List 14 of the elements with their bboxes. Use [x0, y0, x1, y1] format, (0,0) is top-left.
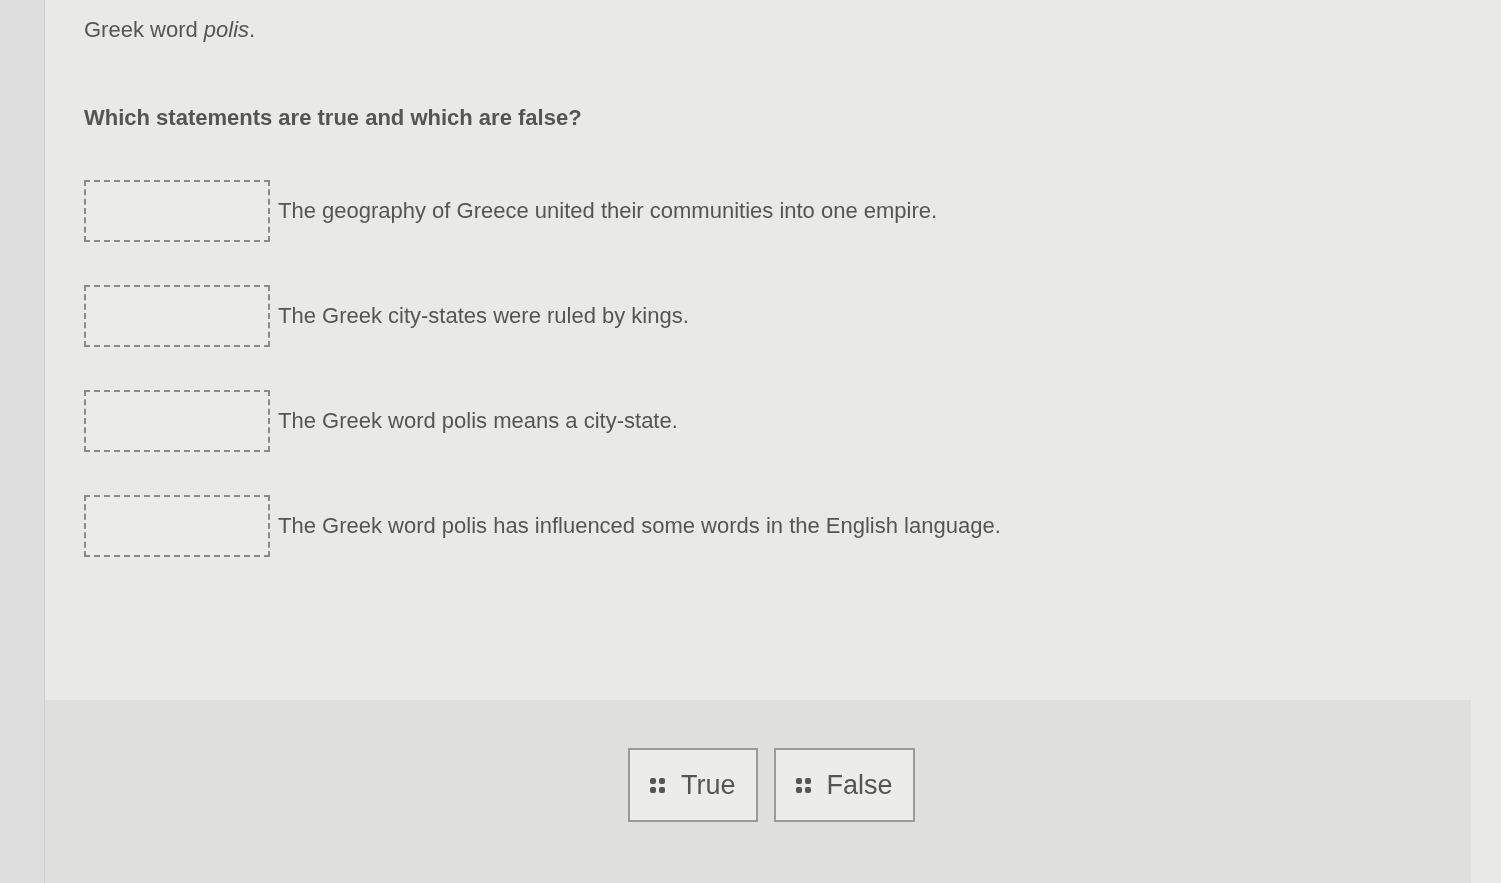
answer-option-button[interactable]: True — [628, 748, 758, 822]
question-text: Which statements are true and which are false? — [84, 104, 582, 132]
answer-option-button[interactable]: False — [773, 748, 915, 822]
statement-text: The Greek city-states were ruled by kings. — [278, 302, 689, 330]
statement-text: The Greek word polis has influenced some words in the English language. — [278, 512, 1001, 540]
statement-text: The Greek word polis means a city-state. — [278, 407, 678, 435]
answer-drop-zone[interactable] — [84, 285, 270, 347]
grip-icon — [650, 777, 665, 793]
intro-text: Greek word polis. — [84, 16, 256, 44]
grip-icon — [795, 777, 811, 793]
statement-text: The geography of Greece united their communities into one empire. — [278, 197, 938, 225]
answer-drop-zone[interactable] — [84, 495, 270, 557]
answer-drop-zone[interactable] — [84, 180, 270, 242]
answer-drop-zone[interactable] — [84, 390, 270, 452]
